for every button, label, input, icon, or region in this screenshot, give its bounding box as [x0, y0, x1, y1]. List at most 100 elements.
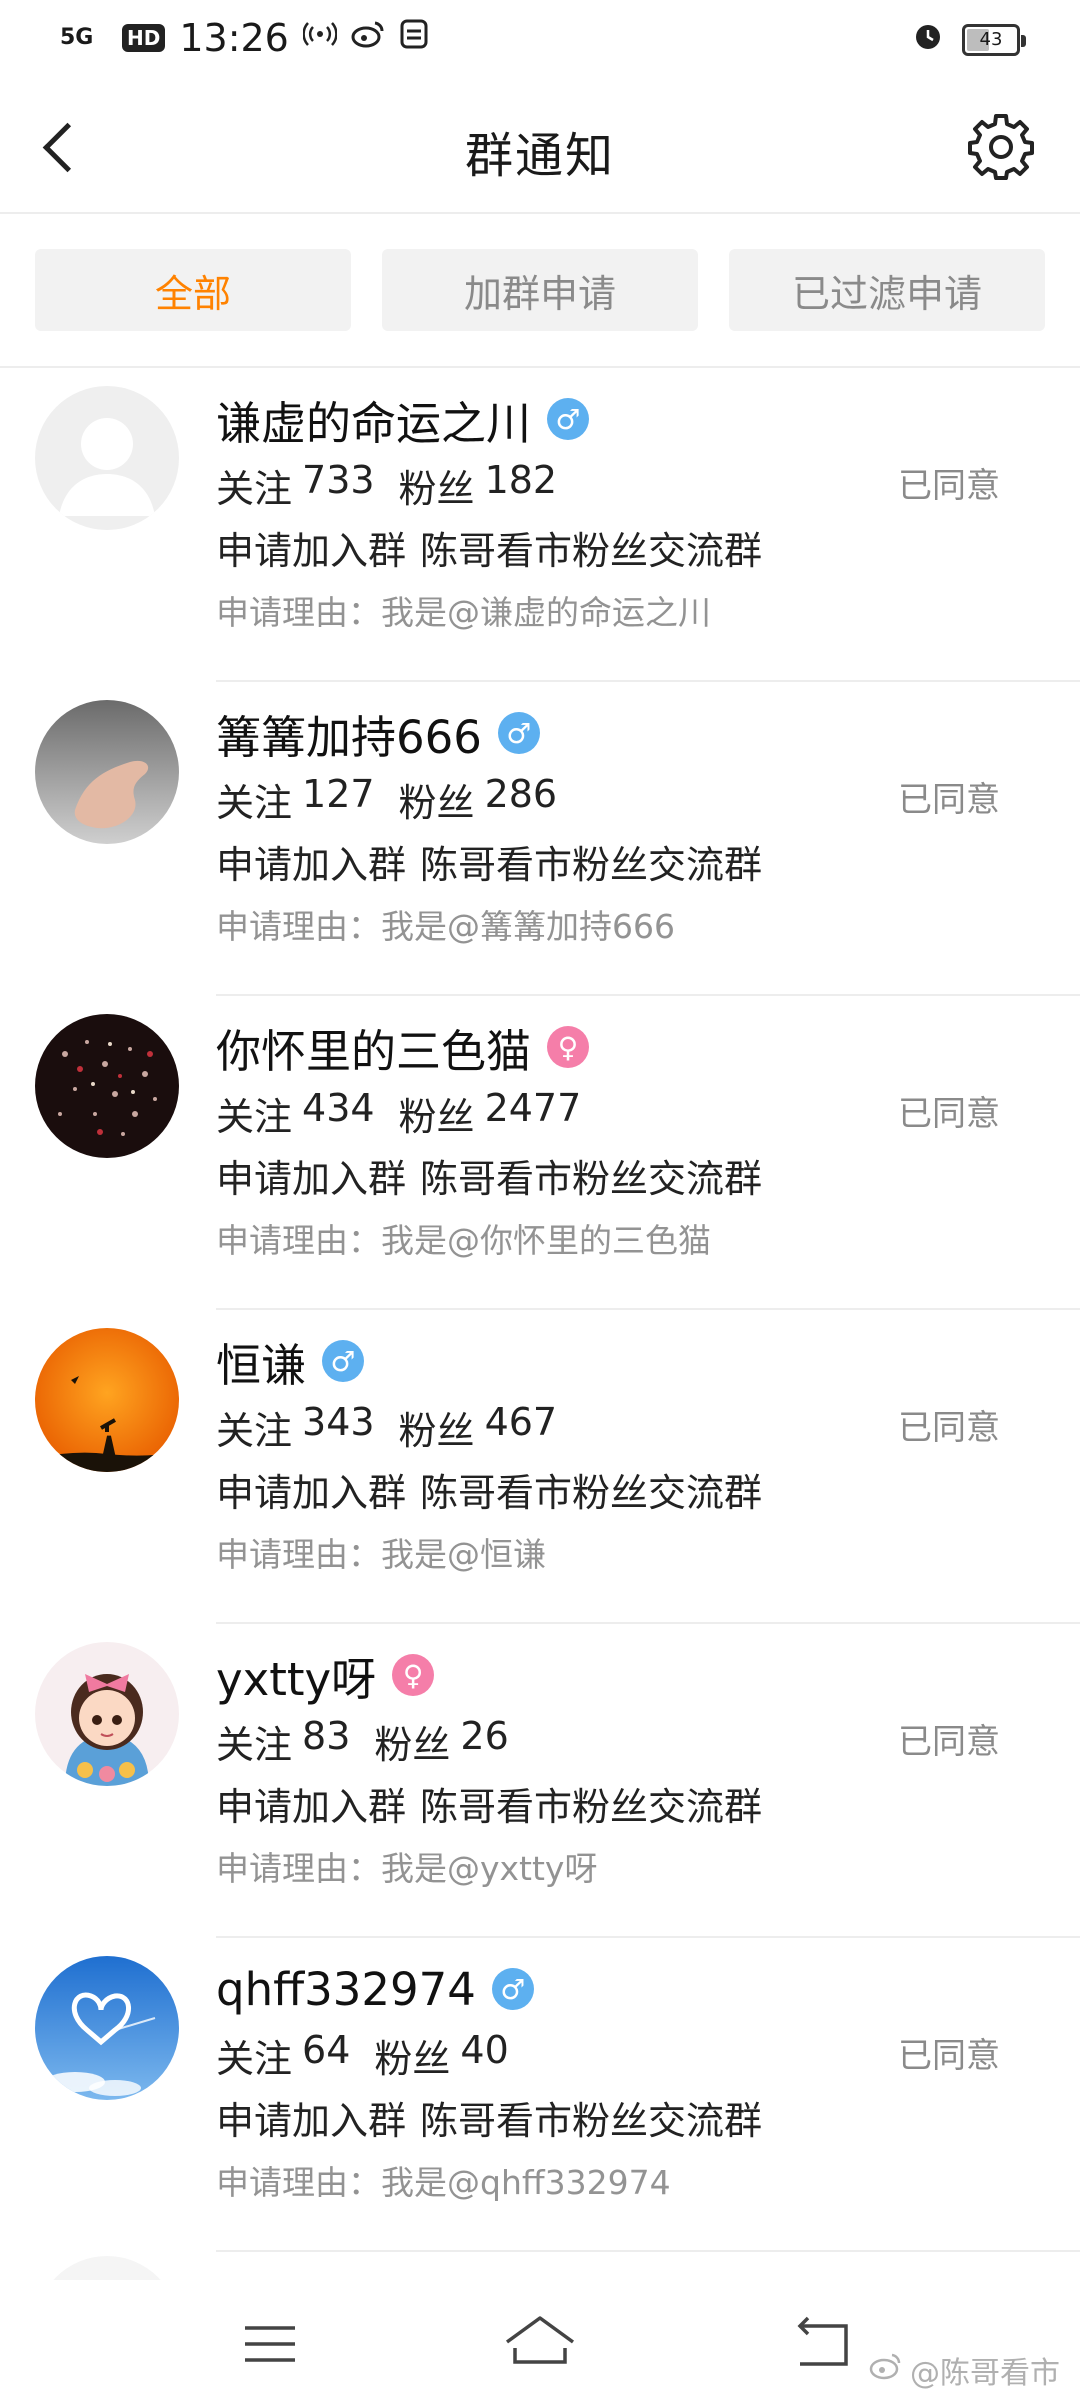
status-label: 已同意 — [898, 466, 1000, 506]
male-icon: ♂ — [547, 398, 590, 440]
reason-text: 我是@篝篝加持666 — [381, 907, 675, 946]
weibo-logo-icon — [868, 2351, 904, 2389]
status-label: 已同意 — [898, 780, 1000, 820]
user-stats: 关注 64 粉丝 40 — [216, 2028, 509, 2083]
battery-indicator: 43 — [962, 24, 1026, 56]
status-time: 13:26 — [179, 16, 289, 60]
fans-count: 182 — [484, 458, 558, 502]
list-item[interactable]: 篝篝加持666 ♂ 关注 127 粉丝 286 申请加入群 陈哥看市粉丝交流群 申请… — [0, 682, 1080, 996]
avatar[interactable] — [35, 1956, 179, 2100]
reason-prefix: 申请理由： — [216, 1535, 381, 1574]
fans-label: 粉丝 — [398, 1095, 475, 1139]
follow-label: 关注 — [216, 2037, 293, 2081]
avatar[interactable] — [35, 386, 179, 530]
user-stats: 关注 127 粉丝 286 — [216, 772, 557, 827]
apply-reason: 申请理由： 我是@谦虚的命运之川 — [216, 586, 711, 634]
group-name: 陈哥看市粉丝交流群 — [420, 529, 763, 573]
user-stats: 关注 83 粉丝 26 — [216, 1714, 509, 1769]
apply-reason: 申请理由： 我是@yxtty呀 — [216, 1842, 597, 1890]
apply-prefix: 申请加入群 — [216, 2099, 407, 2143]
apply-line: 申请加入群 陈哥看市粉丝交流群 — [216, 1462, 762, 1517]
status-label: 已同意 — [898, 1722, 1000, 1762]
female-icon: ♀ — [547, 1026, 590, 1068]
tab-filtered-requests[interactable]: 已过滤申请 — [729, 249, 1045, 331]
settings-button[interactable] — [968, 114, 1034, 180]
filter-tabs: 全部 加群申请 已过滤申请 — [35, 249, 1045, 331]
follow-label: 关注 — [216, 1095, 293, 1139]
follow-count: 733 — [302, 458, 375, 502]
user-name[interactable]: 你怀里的三色猫 — [216, 1015, 531, 1080]
group-name: 陈哥看市粉丝交流群 — [420, 1157, 763, 1201]
fans-label: 粉丝 — [374, 2037, 451, 2081]
male-icon: ♂ — [497, 712, 540, 754]
fans-label: 粉丝 — [374, 1723, 451, 1767]
list-item[interactable]: qhff332974 ♂ 关注 64 粉丝 40 申请加入群 陈哥看市粉丝交流群 申… — [0, 1938, 1080, 2252]
avatar[interactable] — [35, 1642, 179, 1786]
reason-prefix: 申请理由： — [216, 593, 381, 632]
apply-prefix: 申请加入群 — [216, 843, 407, 887]
hd-badge: HD — [122, 24, 166, 52]
fans-count: 286 — [484, 772, 558, 816]
fans-count: 467 — [484, 1400, 558, 1444]
follow-count: 127 — [302, 772, 375, 816]
apply-prefix: 申请加入群 — [216, 1785, 407, 1829]
apply-line: 申请加入群 陈哥看市粉丝交流群 — [216, 2090, 762, 2145]
status-bar: 5G HD 13:26 43 — [0, 0, 1080, 80]
avatar[interactable] — [35, 700, 179, 844]
apply-reason: 申请理由： 我是@篝篝加持666 — [216, 900, 675, 948]
reason-text: 我是@你怀里的三色猫 — [381, 1221, 711, 1260]
request-list: 谦虚的命运之川 ♂ 关注 733 粉丝 182 申请加入群 陈哥看市粉丝交流群 申请… — [0, 368, 1080, 2400]
message-icon — [399, 18, 429, 58]
menu-button[interactable] — [225, 2304, 315, 2384]
apply-prefix: 申请加入群 — [216, 529, 407, 573]
follow-label: 关注 — [216, 781, 293, 825]
page-title: 群通知 — [464, 128, 615, 184]
return-icon — [797, 2316, 848, 2366]
nav-bar: 群通知 — [0, 80, 1080, 214]
follow-count: 83 — [302, 1714, 351, 1758]
apply-reason: 申请理由： 我是@恒谦 — [216, 1528, 546, 1576]
follow-count: 434 — [302, 1086, 375, 1130]
back-nav-button[interactable] — [778, 2304, 868, 2384]
user-name[interactable]: qhff332974 — [216, 1963, 476, 2016]
fans-count: 2477 — [484, 1086, 582, 1130]
list-item[interactable]: 谦虚的命运之川 ♂ 关注 733 粉丝 182 申请加入群 陈哥看市粉丝交流群 申请… — [0, 368, 1080, 682]
apply-line: 申请加入群 陈哥看市粉丝交流群 — [216, 1148, 762, 1203]
status-label: 已同意 — [898, 1408, 1000, 1448]
group-name: 陈哥看市粉丝交流群 — [420, 843, 763, 887]
home-button[interactable] — [495, 2304, 585, 2384]
reason-prefix: 申请理由： — [216, 1221, 381, 1260]
gear-icon — [968, 114, 1034, 180]
reason-text: 我是@恒谦 — [381, 1535, 546, 1574]
home-icon — [505, 2316, 575, 2364]
group-name: 陈哥看市粉丝交流群 — [420, 1471, 763, 1515]
tab-join-requests[interactable]: 加群申请 — [382, 249, 698, 331]
group-name: 陈哥看市粉丝交流群 — [420, 2099, 763, 2143]
user-name[interactable]: yxtty呀 — [216, 1643, 376, 1708]
user-stats: 关注 733 粉丝 182 — [216, 458, 557, 513]
reason-prefix: 申请理由： — [216, 907, 381, 946]
fans-count: 26 — [460, 1714, 509, 1758]
follow-count: 343 — [302, 1400, 375, 1444]
male-icon: ♂ — [322, 1340, 365, 1382]
weibo-icon — [351, 19, 385, 57]
reason-text: 我是@谦虚的命运之川 — [381, 593, 711, 632]
avatar[interactable] — [35, 1328, 179, 1472]
fans-count: 40 — [460, 2028, 509, 2072]
avatar[interactable] — [35, 1014, 179, 1158]
status-label: 已同意 — [898, 2036, 1000, 2076]
user-name[interactable]: 谦虚的命运之川 — [216, 387, 531, 452]
list-item[interactable]: yxtty呀 ♀ 关注 83 粉丝 26 申请加入群 陈哥看市粉丝交流群 申请理由：… — [0, 1624, 1080, 1938]
tab-all[interactable]: 全部 — [35, 249, 351, 331]
female-icon: ♀ — [392, 1654, 435, 1696]
watermark: @陈哥看市 — [868, 2348, 1060, 2392]
user-name[interactable]: 恒谦 — [216, 1329, 306, 1394]
apply-line: 申请加入群 陈哥看市粉丝交流群 — [216, 1776, 762, 1831]
list-item[interactable]: 你怀里的三色猫 ♀ 关注 434 粉丝 2477 申请加入群 陈哥看市粉丝交流群 申… — [0, 996, 1080, 1310]
user-stats: 关注 434 粉丝 2477 — [216, 1086, 581, 1141]
male-icon: ♂ — [491, 1968, 534, 2010]
list-item[interactable]: 恒谦 ♂ 关注 343 粉丝 467 申请加入群 陈哥看市粉丝交流群 申请理由： 我… — [0, 1310, 1080, 1624]
apply-reason: 申请理由： 我是@你怀里的三色猫 — [216, 1214, 711, 1262]
user-name[interactable]: 篝篝加持666 — [216, 701, 482, 766]
apply-line: 申请加入群 陈哥看市粉丝交流群 — [216, 520, 762, 575]
